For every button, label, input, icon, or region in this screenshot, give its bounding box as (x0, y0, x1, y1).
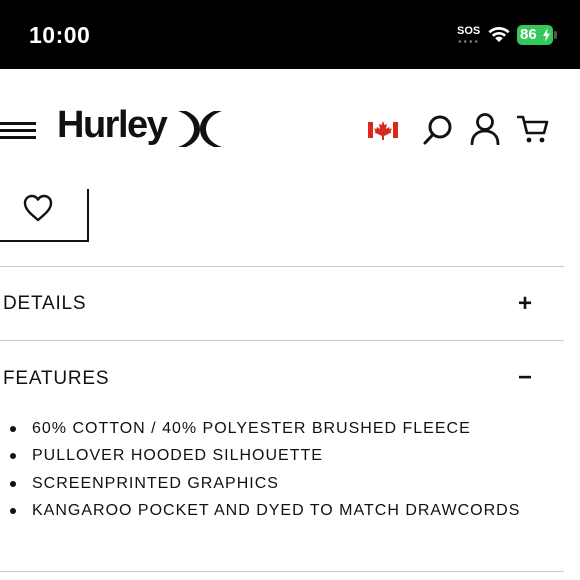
battery-level: 86 (520, 26, 537, 43)
list-item: 60% COTTON / 40% POLYESTER BRUSHED FLEEC… (10, 418, 520, 445)
canada-flag-icon[interactable] (368, 119, 398, 141)
heart-icon (23, 194, 53, 222)
collapse-minus-icon[interactable]: − (515, 364, 535, 392)
wifi-icon (488, 27, 510, 42)
divider (0, 340, 564, 341)
site-header: Hurley (0, 69, 580, 187)
search-icon[interactable] (422, 114, 454, 146)
account-icon[interactable] (470, 113, 500, 145)
battery-cap (554, 31, 557, 39)
cart-icon[interactable] (517, 114, 549, 144)
features-list: 60% COTTON / 40% POLYESTER BRUSHED FLEEC… (10, 418, 520, 527)
charging-bolt-icon (543, 28, 550, 42)
expand-plus-icon[interactable]: + (515, 290, 535, 318)
details-title: DETAILS (3, 293, 87, 314)
battery-indicator: 86 (517, 25, 553, 45)
wishlist-button[interactable] (0, 189, 89, 242)
status-time: 10:00 (29, 22, 91, 48)
list-item: SCREENPRINTED GRAPHICS (10, 473, 520, 500)
menu-icon[interactable] (0, 122, 36, 140)
divider (0, 266, 564, 267)
sos-indicator: SOS (457, 25, 481, 37)
brand-mark-icon[interactable] (176, 109, 224, 149)
signal-dots-icon (457, 40, 479, 43)
features-title: FEATURES (3, 368, 110, 389)
status-bar: 10:00 SOS 86 (0, 0, 580, 69)
brand-logo-text[interactable]: Hurley (57, 104, 168, 147)
list-item: PULLOVER HOODED SILHOUETTE (10, 445, 520, 472)
divider (0, 571, 564, 572)
list-item: KANGAROO POCKET AND DYED TO MATCH DRAWCO… (10, 500, 520, 527)
